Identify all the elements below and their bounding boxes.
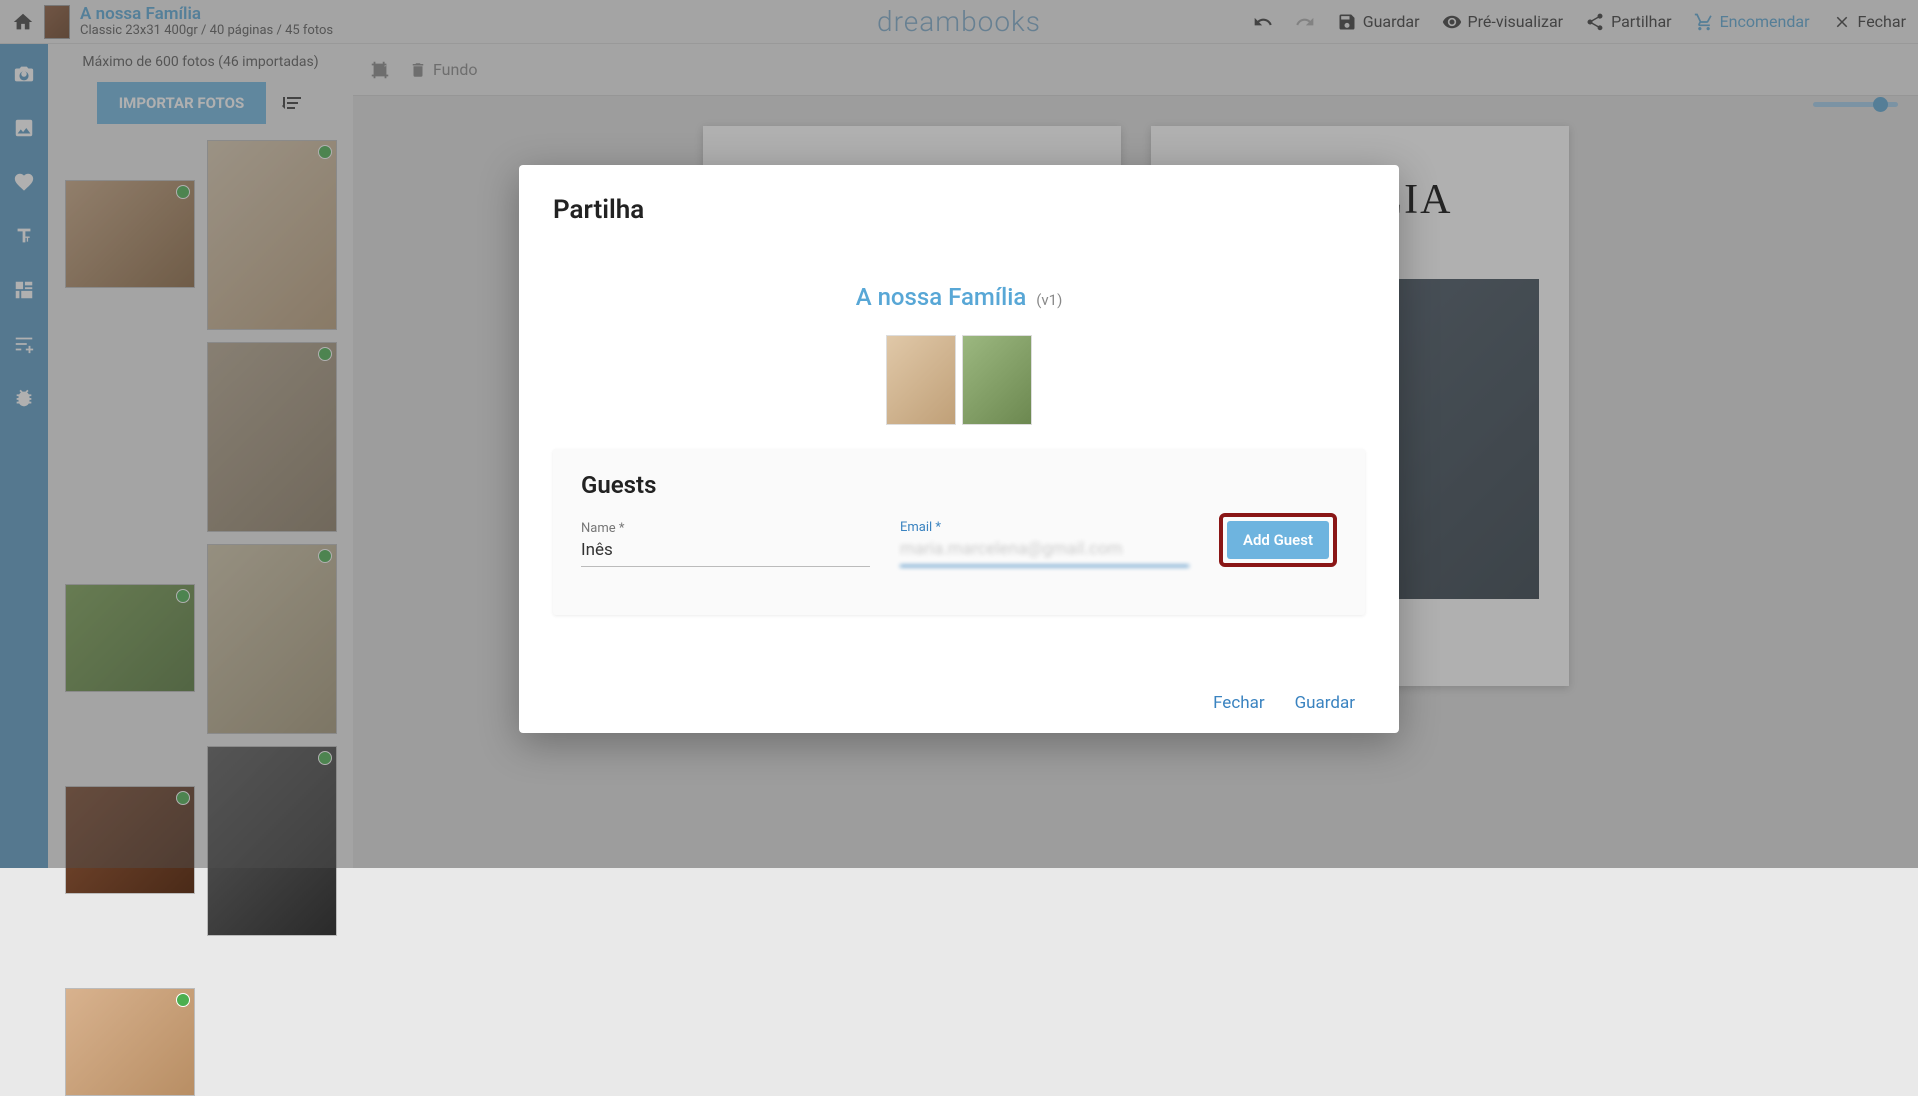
- photo-thumb[interactable]: [65, 988, 195, 1096]
- modal-title: Partilha: [553, 195, 1365, 225]
- modal-project-name: A nossa Família: [856, 283, 1027, 311]
- modal-project-version: (v1): [1036, 291, 1062, 309]
- email-input[interactable]: [900, 535, 1189, 567]
- modal-overlay[interactable]: Partilha A nossa Família (v1) Guests Nam…: [0, 0, 1918, 868]
- guests-card: Guests Name * Email * Add Guest: [553, 449, 1365, 615]
- name-field: Name *: [581, 521, 870, 567]
- modal-close-button[interactable]: Fechar: [1213, 693, 1265, 713]
- email-label: Email *: [900, 520, 1189, 535]
- preview-tile: [886, 335, 956, 425]
- guest-row: Name * Email * Add Guest: [581, 513, 1337, 567]
- preview-tile: [962, 335, 1032, 425]
- modal-actions: Fechar Guardar: [553, 693, 1365, 713]
- preview-tiles: [553, 329, 1365, 431]
- name-label: Name *: [581, 521, 870, 536]
- add-guest-button[interactable]: Add Guest: [1227, 521, 1329, 559]
- check-icon: [176, 993, 190, 1007]
- share-modal: Partilha A nossa Família (v1) Guests Nam…: [519, 165, 1399, 733]
- modal-save-button[interactable]: Guardar: [1295, 693, 1355, 713]
- modal-project-row: A nossa Família (v1): [553, 283, 1365, 311]
- add-guest-highlight: Add Guest: [1219, 513, 1337, 567]
- email-field: Email *: [900, 520, 1189, 567]
- guests-heading: Guests: [581, 471, 1337, 499]
- name-input[interactable]: [581, 536, 870, 567]
